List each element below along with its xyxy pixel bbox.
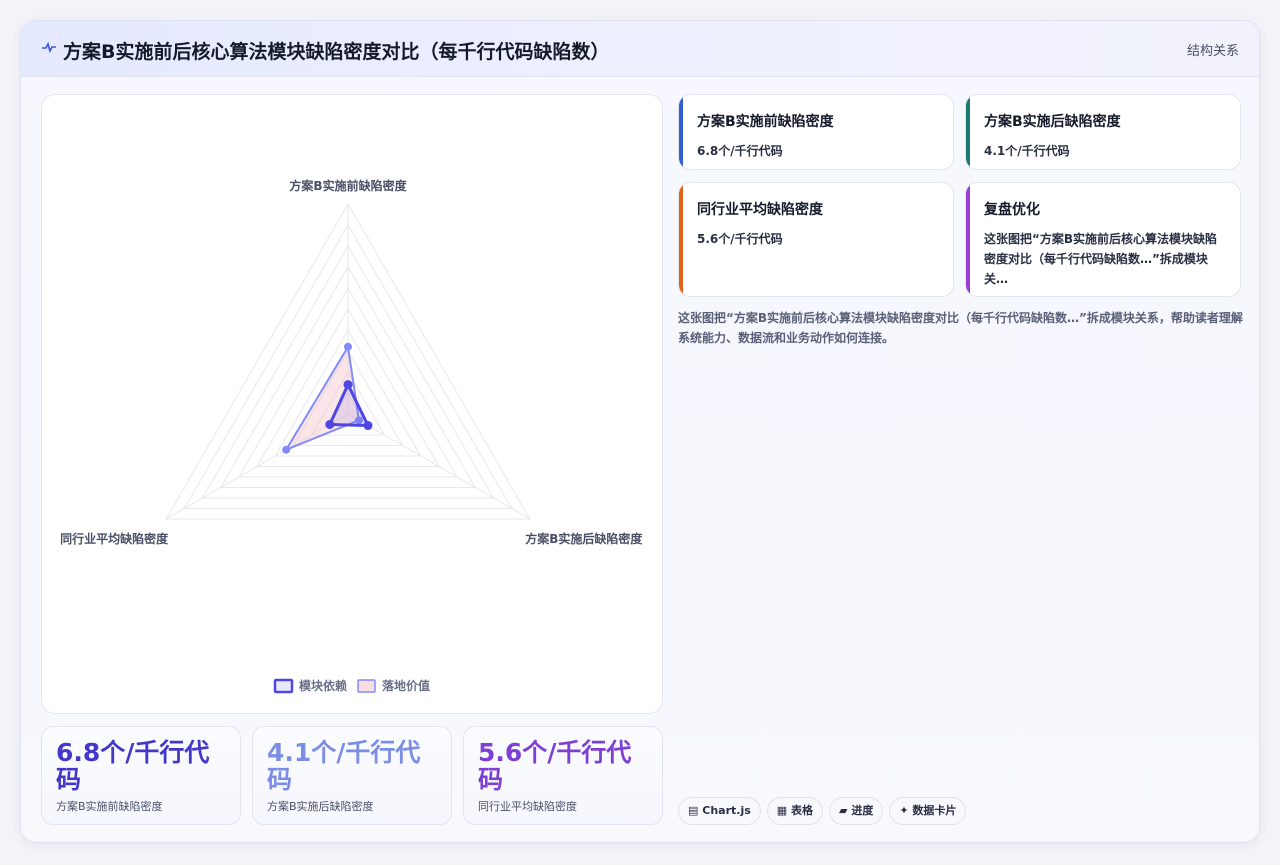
chip-label: 数据卡片 [912,804,957,817]
axis-label: 方案B实施后缺陷密度 [525,531,643,546]
info-card-industry: 同行业平均缺陷密度 5.6个/千行代码 [678,182,954,297]
feature-chips: ▤ Chart.js ▦ 表格 ▰ 进度 ✦ 数据卡片 [678,797,972,825]
pulse-icon [42,41,56,54]
info-card-after: 方案B实施后缺陷密度 4.1个/千行代码 [965,94,1241,170]
chip-table[interactable]: ▦ 表格 [766,797,824,825]
card-value: 4.1个/千行代码 [984,144,1070,158]
axis-label: 方案B实施前缺陷密度 [289,178,407,193]
card-accent-bar [966,95,970,169]
structure-relation-link[interactable]: 结构关系 [1187,40,1239,59]
card-title: 方案B实施后缺陷密度 [984,114,1121,130]
stat-value: 4.1个/千行代码 [267,738,421,794]
stat-label: 同行业平均缺陷密度 [478,800,577,813]
stat-card-industry: 5.6个/千行代码 同行业平均缺陷密度 [463,726,663,825]
card-title: 复盘优化 [984,202,1040,218]
chart-icon: ▤ [688,804,699,817]
chip-label: Chart.js [702,804,751,817]
card-title: 方案B实施前缺陷密度 [697,114,834,130]
dashboard-frame: 方案B实施前后核心算法模块缺陷密度对比（每千行代码缺陷数） 结构关系 方案B实施… [20,20,1260,843]
card-value: 6.8个/千行代码 [697,144,783,158]
data-point [282,445,291,454]
chip-data-card[interactable]: ✦ 数据卡片 [889,797,967,825]
stat-card-after: 4.1个/千行代码 方案B实施后缺陷密度 [252,726,452,825]
legend-swatch [273,678,294,694]
stat-value: 5.6个/千行代码 [478,738,632,794]
sparkle-icon: ✦ [899,804,909,817]
chip-label: 表格 [791,804,814,817]
info-card-before: 方案B实施前缺陷密度 6.8个/千行代码 [678,94,954,170]
chart-description: 这张图把“方案B实施前后核心算法模块缺陷密度对比（每千行代码缺陷数…”拆成模块关… [678,311,1243,345]
card-value: 5.6个/千行代码 [697,232,783,246]
table-icon: ▦ [776,804,788,817]
progress-icon: ▰ [839,804,848,817]
data-point [343,380,353,390]
stat-label: 方案B实施后缺陷密度 [267,800,374,813]
chip-progress[interactable]: ▰ 进度 [829,797,884,825]
legend-label: 落地价值 [382,678,430,693]
legend-swatch [357,679,376,693]
card-accent-bar [966,183,970,296]
header: 方案B实施前后核心算法模块缺陷密度对比（每千行代码缺陷数） 结构关系 [21,21,1259,77]
radar-chart: 方案B实施前缺陷密度方案B实施后缺陷密度 同行业平均缺陷密度模块依赖 落地价值 [60,178,643,694]
card-value: 这张图把“方案B实施前后核心算法模块缺陷密度对比（每千行代码缺陷数…”拆成模块关… [984,232,1218,286]
chip-label: 进度 [851,804,874,817]
data-point [344,342,352,351]
legend-label: 模块依赖 [299,678,347,693]
data-point [325,420,335,429]
card-accent-bar [679,183,683,296]
card-accent-bar [679,95,683,169]
axis-label: 同行业平均缺陷密度 [60,531,169,546]
stat-value: 6.8个/千行代码 [56,738,210,794]
data-point [363,421,373,431]
stat-label: 方案B实施前缺陷密度 [56,800,163,813]
page-title: 方案B实施前后核心算法模块缺陷密度对比（每千行代码缺陷数） [63,41,610,63]
card-title: 同行业平均缺陷密度 [697,202,823,218]
chip-chartjs[interactable]: ▤ Chart.js [678,797,761,825]
stat-card-before: 6.8个/千行代码 方案B实施前缺陷密度 [41,726,241,825]
info-card-review: 复盘优化 这张图把“方案B实施前后核心算法模块缺陷密度对比（每千行代码缺陷数…”… [965,182,1241,297]
radar-chart-card: 方案B实施前缺陷密度方案B实施后缺陷密度 同行业平均缺陷密度模块依赖 落地价值 [41,94,663,714]
